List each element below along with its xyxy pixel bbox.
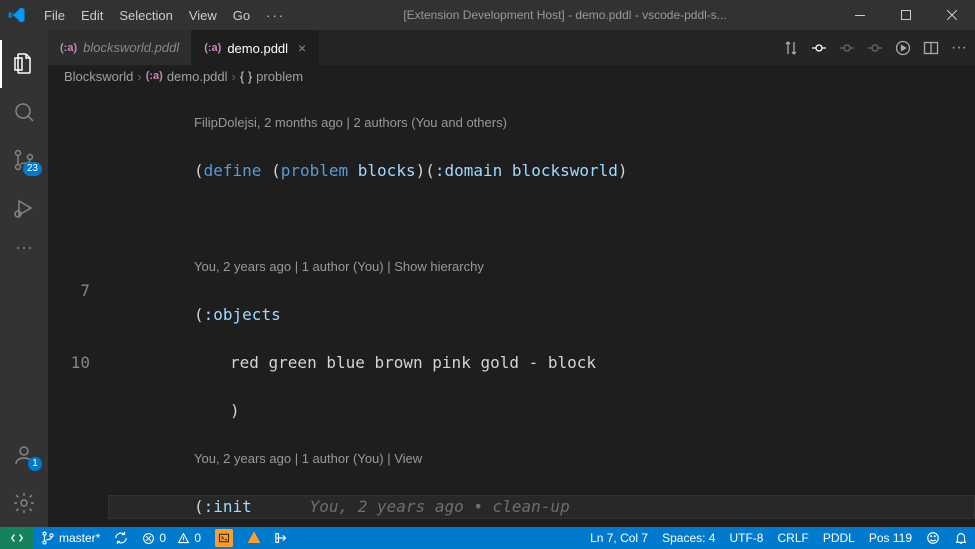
source-control-icon[interactable]: 23 (0, 136, 48, 184)
sync-button[interactable] (107, 527, 135, 549)
menu-more[interactable]: ··· (258, 4, 293, 27)
feedback-icon[interactable] (919, 527, 947, 549)
commit-icon[interactable] (839, 40, 855, 56)
status-bar: master* 0 0 Ln 7, Col 7 Spaces: 4 UTF-8 … (0, 527, 975, 549)
cursor-position[interactable]: Ln 7, Col 7 (583, 527, 655, 549)
editor-group: (:a)blocksworld.pddl (:a)demo.pddl× ··· … (48, 30, 975, 527)
pddl-file-icon: (:a) (204, 42, 221, 54)
braces-icon: { } (240, 69, 252, 84)
tab-bar: (:a) blocksworld.pddl (:a) demo.pddl × ··· (48, 30, 975, 65)
menu-selection[interactable]: Selection (111, 4, 180, 27)
commit-current-icon[interactable] (811, 40, 827, 56)
tab-label: blocksworld.pddl (83, 40, 179, 55)
tab-label: demo.pddl (227, 41, 288, 56)
menu-view[interactable]: View (181, 4, 225, 27)
breadcrumb-file[interactable]: demo.pddl (167, 69, 228, 84)
status-icon-1[interactable] (208, 527, 240, 549)
problems-button[interactable]: 0 0 (135, 527, 208, 549)
settings-icon[interactable] (0, 479, 48, 527)
close-icon[interactable]: × (298, 40, 306, 56)
code-lens[interactable]: You, 2 years ago | 1 author (You) | Show… (108, 255, 975, 279)
scm-badge: 23 (23, 162, 42, 176)
accounts-badge: 1 (28, 457, 42, 471)
commit-icon-2[interactable] (867, 40, 883, 56)
chevron-right-icon: › (137, 69, 141, 84)
code-lens[interactable]: You, 2 years ago | 1 author (You) | View (108, 447, 975, 471)
status-icon-2[interactable] (240, 527, 268, 549)
pddl-file-icon: (:a) (60, 42, 77, 54)
search-icon[interactable] (0, 88, 48, 136)
menu-file[interactable]: File (36, 4, 73, 27)
minimize-button[interactable] (837, 0, 883, 30)
more-icon[interactable]: ··· (0, 232, 48, 262)
pddl-file-icon: (:a) (146, 70, 163, 82)
breadcrumbs[interactable]: Blocksworld › (:a) demo.pddl › { } probl… (48, 65, 975, 87)
eol[interactable]: CRLF (770, 527, 815, 549)
window-title: [Extension Development Host] - demo.pddl… (293, 8, 837, 22)
more-actions-icon[interactable]: ··· (951, 39, 967, 57)
run-icon[interactable] (895, 40, 911, 56)
notifications-icon[interactable] (947, 527, 975, 549)
line-number: 7 (48, 279, 90, 303)
vscode-logo (8, 6, 26, 24)
code-lens[interactable]: FilipDolejsi, 2 months ago | 2 authors (… (108, 111, 975, 135)
menu-bar: File Edit Selection View Go ··· (36, 4, 293, 27)
editor-actions: ··· (783, 30, 975, 65)
activity-bar: 23 ··· 1 (0, 30, 48, 527)
blame-annotation: You, 2 years ago • clean-up (310, 497, 570, 516)
breadcrumb-symbol[interactable]: problem (256, 69, 303, 84)
maximize-button[interactable] (883, 0, 929, 30)
line-gutter: 7 10 (48, 87, 108, 375)
close-button[interactable] (929, 0, 975, 30)
tab-demo[interactable]: (:a) demo.pddl × (192, 30, 319, 65)
accounts-icon[interactable]: 1 (0, 431, 48, 479)
window-controls (837, 0, 975, 30)
breadcrumb-root[interactable]: Blocksworld (64, 69, 133, 84)
encoding[interactable]: UTF-8 (722, 527, 770, 549)
status-icon-3[interactable] (268, 527, 296, 549)
title-bar: File Edit Selection View Go ··· [Extensi… (0, 0, 975, 30)
remote-indicator[interactable] (0, 527, 34, 549)
git-branch[interactable]: master* (34, 527, 107, 549)
code-editor[interactable]: 7 10 FilipDolejsi, 2 months ago | 2 auth… (48, 87, 975, 527)
tab-blocksworld[interactable]: (:a) blocksworld.pddl (48, 30, 192, 65)
explorer-icon[interactable] (0, 40, 48, 88)
menu-edit[interactable]: Edit (73, 4, 111, 27)
language-mode[interactable]: PDDL (816, 527, 862, 549)
run-debug-icon[interactable] (0, 184, 48, 232)
compare-icon[interactable] (783, 40, 799, 56)
indentation[interactable]: Spaces: 4 (655, 527, 722, 549)
menu-go[interactable]: Go (225, 4, 258, 27)
chevron-right-icon: › (232, 69, 236, 84)
split-editor-icon[interactable] (923, 40, 939, 56)
position[interactable]: Pos 119 (862, 527, 919, 549)
line-number: 10 (48, 351, 90, 375)
